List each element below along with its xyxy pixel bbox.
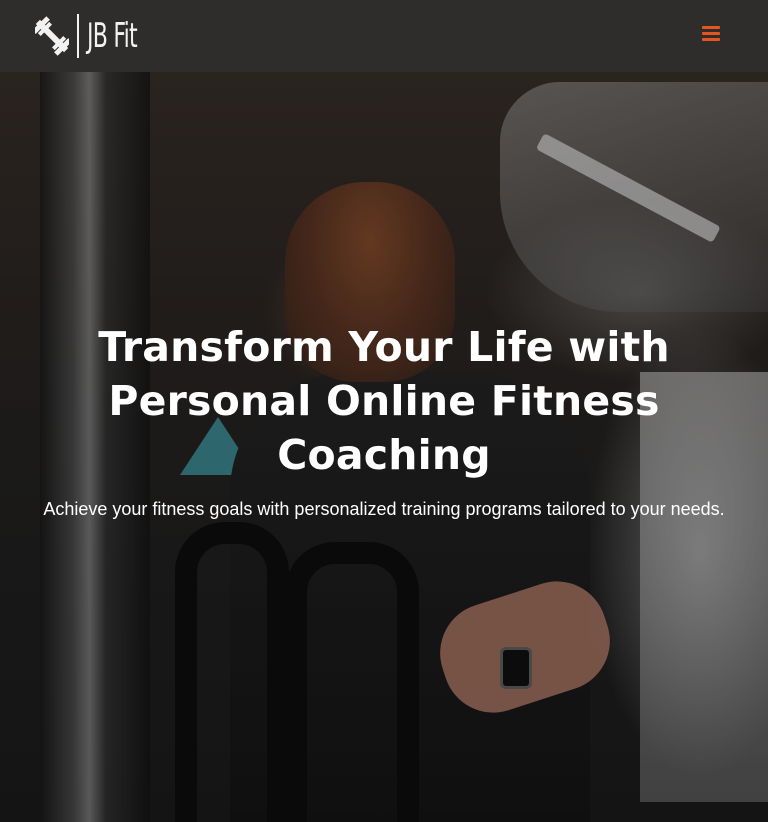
hamburger-menu-icon[interactable] [702,26,720,42]
site-logo[interactable]: JB Fit [35,12,156,60]
logo-divider [77,14,79,58]
hero-subtitle: Achieve your fitness goals with personal… [43,499,725,519]
site-header: JB Fit [0,0,768,72]
hero-title: Transform Your Life with Personal Online… [98,323,670,479]
hero-section: Transform Your Life with Personal Online… [0,72,768,822]
logo-text: JB Fit [87,16,138,56]
dumbbell-icon [35,16,69,56]
